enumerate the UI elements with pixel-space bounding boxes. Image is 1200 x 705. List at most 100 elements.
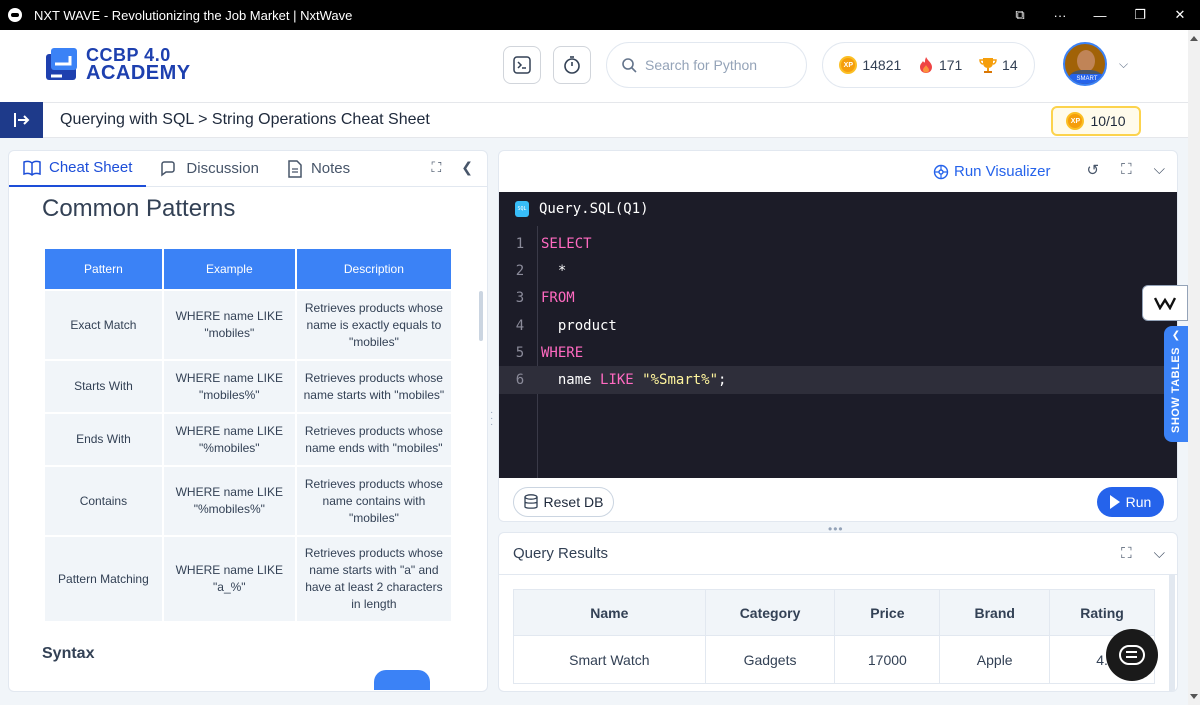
collapse-left-icon[interactable]: ❮ (461, 159, 473, 176)
table-row: Pattern Matching WHERE name LIKE "a_%" R… (45, 537, 451, 621)
column-header[interactable]: Rating (1049, 589, 1155, 636)
code-text: WHERE (539, 345, 583, 361)
table-row: Smart Watch Gadgets 17000 Apple 4. (513, 635, 1155, 684)
play-icon (1109, 495, 1120, 509)
streak-stat: 171 (918, 56, 962, 74)
table-cell: Retrieves products whose name starts wit… (296, 537, 451, 621)
restore-button[interactable]: ❐ (1120, 0, 1160, 30)
section-heading: Common Patterns (42, 195, 236, 222)
reset-db-button[interactable]: Reset DB (513, 487, 614, 517)
line-number: 6 (515, 372, 525, 389)
code-line[interactable]: 4 product (499, 312, 1177, 339)
column-header[interactable]: Brand (939, 589, 1051, 636)
logo[interactable]: CCBP 4.0 ACADEMY (42, 44, 191, 84)
logo-text: CCBP 4.0 ACADEMY (86, 46, 191, 83)
fullscreen-icon[interactable]: ⛶ (1121, 161, 1132, 179)
search-icon (622, 58, 637, 73)
run-button[interactable]: Run (1097, 487, 1164, 517)
more-icon[interactable]: ··· (1040, 0, 1080, 30)
table-cell: Pattern Matching (45, 537, 162, 621)
search-bar[interactable] (606, 42, 807, 88)
line-number: 4 (515, 317, 525, 334)
chat-icon (1119, 645, 1145, 665)
close-button[interactable]: ✕ (1160, 0, 1200, 30)
table-header: Pattern (45, 249, 162, 289)
tab-cheat-sheet[interactable]: Cheat Sheet (9, 151, 147, 187)
chat-button[interactable] (1106, 629, 1158, 681)
run-visualizer-button[interactable]: Run Visualizer (933, 163, 1050, 180)
line-number: 2 (515, 262, 525, 279)
sidebar-toggle-button[interactable] (0, 102, 43, 138)
code-line[interactable]: 2 * (499, 257, 1177, 284)
panel-tools: ⛶ ❮ (431, 159, 473, 176)
line-number: 5 (515, 344, 525, 361)
tab-discussion[interactable]: Discussion (146, 151, 273, 187)
line-number: 3 (515, 290, 525, 307)
terminal-icon (513, 56, 531, 74)
stats-pill[interactable]: XP 14821 171 14 (822, 42, 1035, 88)
patterns-table: Pattern Example Description Exact Match … (43, 247, 453, 623)
column-header[interactable]: Category (704, 589, 836, 636)
chevron-down-icon[interactable]: ⌵ (1119, 57, 1128, 72)
column-header[interactable]: Name (513, 589, 706, 636)
vertical-splitter[interactable]: · · · (490, 408, 494, 432)
notes-icon (288, 159, 302, 178)
fullscreen-icon[interactable]: ⛶ (431, 159, 441, 176)
xp-points: 14821 (862, 57, 902, 73)
column-header[interactable]: Price (834, 589, 941, 636)
code-text: SELECT (539, 236, 592, 252)
table-cell: Gadgets (704, 635, 836, 684)
code-text: product (539, 318, 617, 334)
code-line[interactable]: 6 name LIKE "%Smart%"; (499, 366, 1177, 394)
page-scrollbar[interactable] (1188, 30, 1200, 705)
fullscreen-icon[interactable]: ⛶ (1121, 545, 1132, 562)
panel-scrollbar[interactable] (479, 291, 483, 341)
window-titlebar: NXT WAVE - Revolutionizing the Job Marke… (0, 0, 1200, 30)
profile-menu[interactable]: SMART ⌵ (1063, 42, 1128, 86)
code-line[interactable]: 5 WHERE (499, 339, 1177, 366)
code-line[interactable]: 1 SELECT (499, 230, 1177, 257)
table-cell: Retrieves products whose name ends with … (296, 414, 451, 465)
table-cell: Retrieves products whose name is exactly… (296, 291, 451, 359)
sql-code-tag (374, 670, 430, 690)
chevron-down-icon[interactable]: ⌵ (1154, 161, 1165, 179)
code-text: FROM (539, 290, 575, 306)
query-results-panel: Query Results ⛶ ⌵ Name Category Price Br… (498, 532, 1178, 692)
results-tools: ⛶ ⌵ (1121, 545, 1165, 562)
avatar[interactable]: SMART (1063, 42, 1107, 86)
trophy-stat: 14 (979, 56, 1018, 74)
w-logo-icon (1154, 297, 1176, 310)
window-title: NXT WAVE - Revolutionizing the Job Marke… (34, 7, 353, 23)
table-cell: WHERE name LIKE "%mobiles%" (163, 467, 295, 535)
reset-code-icon[interactable]: ↺ (1087, 161, 1100, 179)
code-lines[interactable]: 1 SELECT 2 * 3 FROM 4 product 5 WHERE 6 name LIK… (499, 230, 1177, 394)
book-icon (23, 160, 41, 176)
terminal-button[interactable] (503, 46, 541, 84)
code-file-header: SQL Query.SQL(Q1) (499, 192, 1177, 226)
sql-file-icon: SQL (515, 201, 529, 217)
table-row: Ends With WHERE name LIKE "%mobiles" Ret… (45, 414, 451, 465)
results-title: Query Results (513, 545, 609, 562)
search-input[interactable] (645, 57, 785, 73)
code-editor-panel: Run Visualizer ↺ ⛶ ⌵ SQL Query.SQL(Q1) 1… (498, 150, 1178, 522)
app-menu-icon[interactable]: ⧉ (1000, 0, 1040, 30)
trophy-icon (979, 58, 997, 73)
database-icon (523, 494, 538, 509)
xp-score-badge: XP 10/10 (1051, 106, 1141, 136)
show-tables-tab[interactable]: ❮ SHOW TABLES (1164, 326, 1188, 442)
wizard-button[interactable] (1142, 285, 1188, 321)
code-text: * (539, 263, 566, 279)
trophy-count: 14 (1002, 57, 1018, 73)
timer-button[interactable] (553, 46, 591, 84)
results-scrollbar[interactable] (1169, 575, 1175, 691)
chevron-down-icon[interactable]: ⌵ (1154, 545, 1165, 562)
code-line[interactable]: 3 FROM (499, 285, 1177, 312)
line-number: 1 (515, 235, 525, 252)
minimize-button[interactable]: — (1080, 0, 1120, 30)
table-cell: Exact Match (45, 291, 162, 359)
table-cell: WHERE name LIKE "%mobiles" (163, 414, 295, 465)
window-controls: ⧉ ··· — ❐ ✕ (1000, 0, 1200, 30)
code-area[interactable]: SQL Query.SQL(Q1) 1 SELECT 2 * 3 FROM 4 produ… (499, 192, 1177, 478)
app-icon (8, 8, 22, 22)
tab-notes[interactable]: Notes (273, 151, 364, 187)
